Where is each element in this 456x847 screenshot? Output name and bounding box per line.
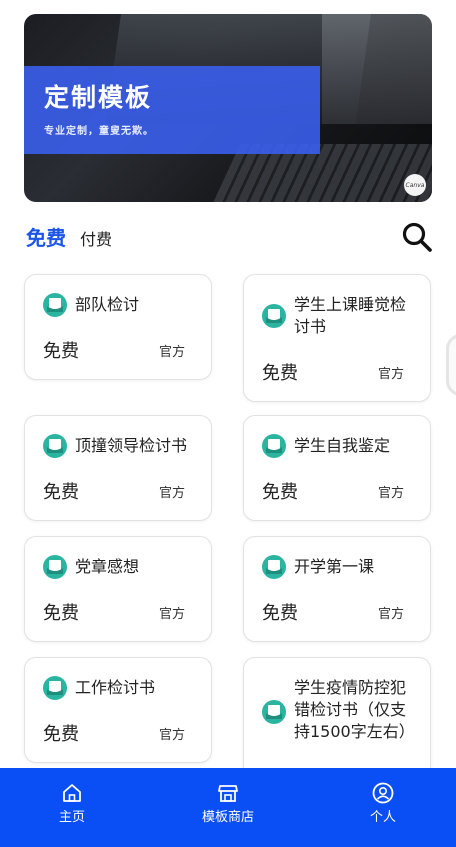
price-tabs: 免费 付费 [26, 222, 112, 251]
template-tag: 官方 [158, 728, 185, 743]
nav-template-store-label: 模板商店 [201, 810, 254, 825]
nav-profile-label: 个人 [369, 810, 396, 825]
template-name: 学生疫情防控犯错检讨书（仅支持1500字左右） [294, 678, 415, 741]
template-price: 免费 [262, 363, 298, 384]
template-price: 免费 [262, 603, 298, 624]
document-icon [262, 555, 286, 579]
template-price: 免费 [43, 482, 79, 503]
template-name: 学生自我鉴定 [294, 436, 391, 455]
template-tag: 官方 [158, 607, 185, 622]
promo-banner[interactable]: 定制模板 专业定制，童叟无欺。 Canva [24, 14, 432, 202]
template-card[interactable]: 部队检讨 免费 官方 [24, 274, 212, 380]
template-name: 党章感想 [75, 557, 140, 576]
nav-template-store[interactable]: 模板商店 [178, 782, 278, 825]
template-price: 免费 [43, 724, 79, 745]
template-card[interactable]: 开学第一课 免费 官方 [243, 536, 431, 642]
template-tag: 官方 [158, 486, 185, 501]
document-icon [43, 293, 67, 317]
template-tag: 官方 [158, 345, 185, 360]
search-button[interactable] [400, 220, 434, 254]
banner-title: 定制模板 [44, 83, 153, 112]
template-name: 开学第一课 [294, 557, 375, 576]
app-screen: 定制模板 专业定制，童叟无欺。 Canva 免费 付费 部队检讨 免费 官方 学… [0, 0, 456, 847]
document-icon [262, 700, 286, 724]
floating-side-handle[interactable] [446, 334, 456, 396]
document-icon [43, 555, 67, 579]
template-card[interactable]: 顶撞领导检讨书 免费 官方 [24, 415, 212, 521]
user-icon [372, 782, 394, 804]
document-icon [43, 434, 67, 458]
template-tag: 官方 [377, 367, 404, 382]
template-card[interactable]: 学生自我鉴定 免费 官方 [243, 415, 431, 521]
home-icon [63, 784, 81, 802]
bottom-nav: 主页 模板商店 个人 [0, 768, 456, 847]
template-card[interactable]: 学生上课睡觉检讨书 免费 官方 [243, 274, 431, 402]
canva-badge: Canva [404, 174, 426, 196]
document-icon [262, 304, 286, 328]
template-price: 免费 [43, 603, 79, 624]
nav-home-label: 主页 [58, 810, 85, 825]
tab-free[interactable]: 免费 [26, 222, 66, 251]
template-name: 学生上课睡觉检讨书 [294, 295, 407, 336]
tab-paid[interactable]: 付费 [80, 226, 112, 250]
template-price: 免费 [43, 341, 79, 362]
template-card[interactable]: 工作检讨书 免费 官方 [24, 657, 212, 763]
template-name: 顶撞领导检讨书 [75, 436, 188, 455]
template-tag: 官方 [377, 607, 404, 622]
document-icon [43, 676, 67, 700]
search-icon [402, 222, 432, 252]
template-tag: 官方 [377, 486, 404, 501]
store-icon [218, 785, 238, 802]
template-card[interactable]: 党章感想 免费 官方 [24, 536, 212, 642]
document-icon [262, 434, 286, 458]
template-price: 免费 [262, 482, 298, 503]
template-name: 工作检讨书 [75, 678, 156, 697]
template-name: 部队检讨 [75, 295, 140, 314]
banner-subtitle: 专业定制，童叟无欺。 [44, 126, 154, 137]
banner-photo-window [322, 14, 432, 124]
nav-home[interactable]: 主页 [22, 782, 122, 825]
nav-profile[interactable]: 个人 [333, 782, 433, 825]
